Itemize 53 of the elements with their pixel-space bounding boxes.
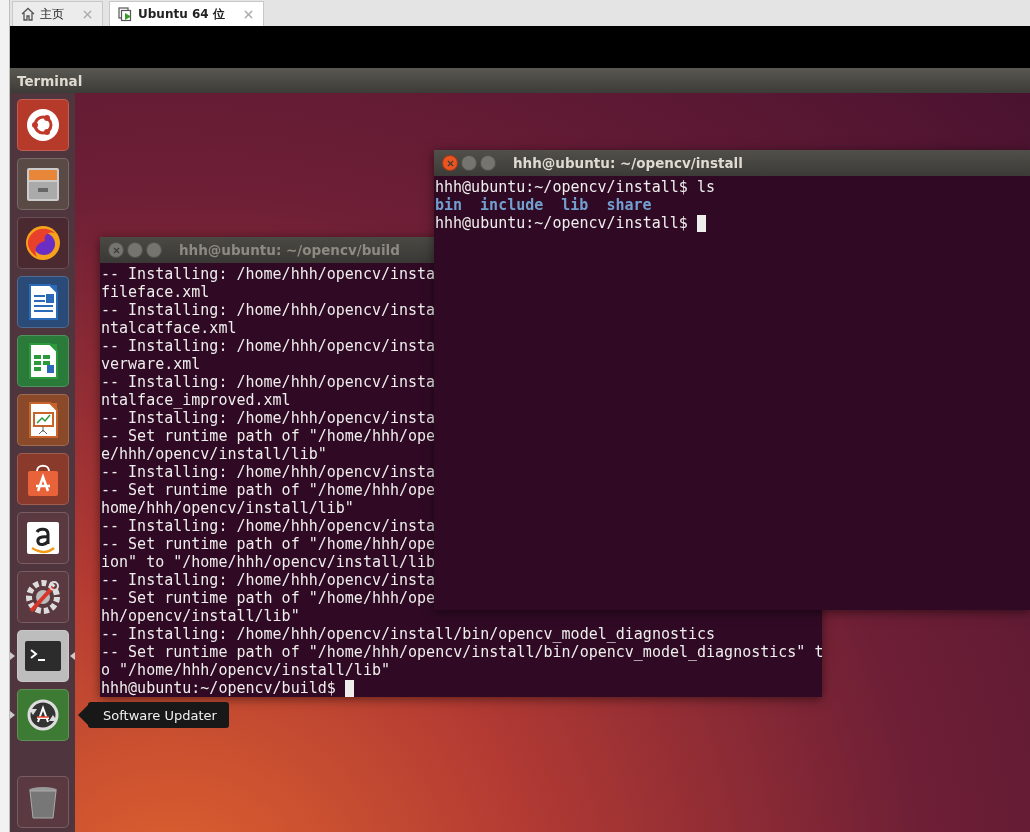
terminal-output-line: -- Installing: /home/hhh/opencv/insta <box>101 463 436 481</box>
launcher-item[interactable] <box>16 630 69 682</box>
virtual-machine-icon <box>118 6 133 22</box>
directory-name: lib <box>561 196 589 214</box>
terminal-output-line: -- Installing: /home/hhh/opencv/insta <box>101 571 436 589</box>
launcher-item[interactable] <box>16 571 69 623</box>
launcher-item[interactable] <box>16 158 69 210</box>
terminal-output-line: o "/home/hhh/opencv/install/lib" <box>101 661 390 679</box>
terminal-output-line: -- Set runtime path of "/home/hhh/opencv/install/bin/opencv_model_diagnostics" t <box>101 643 822 661</box>
terminal-output-line: -- Installing: /home/hhh/opencv/insta <box>101 373 436 391</box>
terminal-output-line: -- Set runtime path of "/home/hhh/ope <box>101 589 436 607</box>
terminal-output-line: -- Set runtime path of "/home/hhh/ope <box>101 427 436 445</box>
terminal-output-line: hh/opencv/install/lib" <box>101 607 300 625</box>
close-icon <box>111 245 121 255</box>
launcher-item[interactable] <box>16 335 69 387</box>
terminal-output-line: -- Set runtime path of "/home/hhh/ope <box>101 481 436 499</box>
home-icon <box>21 7 35 21</box>
shell-prompt: hhh@ubuntu:~/opencv/install$ <box>435 214 688 232</box>
launcher-item[interactable] <box>16 217 69 269</box>
terminal-output-line: e/hhh/opencv/install/lib" <box>101 445 327 463</box>
terminal-output-line: -- Installing: /home/hhh/opencv/insta <box>101 301 436 319</box>
close-button[interactable] <box>108 242 124 258</box>
terminal-output-line: ion" to "/home/hhh/opencv/install/lib <box>101 553 436 571</box>
launcher-item[interactable] <box>16 512 69 564</box>
tab[interactable]: 主页 <box>12 1 103 26</box>
directory-name: include <box>480 196 544 214</box>
terminal-output-line: -- Installing: /home/hhh/opencv/insta <box>101 265 436 283</box>
terminal-output-line: ntalcatface.xml <box>101 319 237 337</box>
close-icon <box>445 158 455 168</box>
launcher-item[interactable] <box>16 99 69 151</box>
terminal-output-line: home/hhh/opencv/install/lib" <box>101 499 354 517</box>
tooltip: Software Updater <box>88 702 229 728</box>
terminal-output-line: -- Installing: /home/hhh/opencv/insta <box>101 337 436 355</box>
launcher-item[interactable] <box>16 689 69 741</box>
window-title: hhh@ubuntu: ~/opencv/install <box>513 155 743 171</box>
terminal-output-line: -- Installing: /home/hhh/opencv/install/bin/opencv_model_diagnostics <box>101 625 716 643</box>
launcher-item[interactable] <box>16 453 69 505</box>
terminal-output-line: -- Installing: /home/hhh/opencv/insta <box>101 517 436 535</box>
terminal-output-line: -- Set runtime path of "/home/hhh/ope <box>101 535 436 553</box>
close-button[interactable] <box>442 155 458 171</box>
terminal-output-line: -- Installing: /home/hhh/opencv/insta <box>101 409 436 427</box>
launcher-item[interactable] <box>16 276 69 328</box>
shell-prompt: hhh@ubuntu:~/opencv/install$ ls <box>435 178 715 196</box>
active-app-title: Terminal <box>17 72 83 89</box>
terminal-output-line: verware.xml <box>101 355 201 373</box>
launcher-item[interactable] <box>16 394 69 446</box>
window-title: hhh@ubuntu: ~/opencv/build <box>179 242 400 258</box>
directory-name: share <box>606 196 652 214</box>
tab[interactable]: Ubuntu 64 位 <box>109 1 264 26</box>
terminal-output-line: ntalface_improved.xml <box>101 391 291 409</box>
directory-name: bin <box>435 196 463 214</box>
shell-prompt: hhh@ubuntu:~/opencv/build$ <box>101 679 336 697</box>
terminal-output-line: fileface.xml <box>101 283 210 301</box>
